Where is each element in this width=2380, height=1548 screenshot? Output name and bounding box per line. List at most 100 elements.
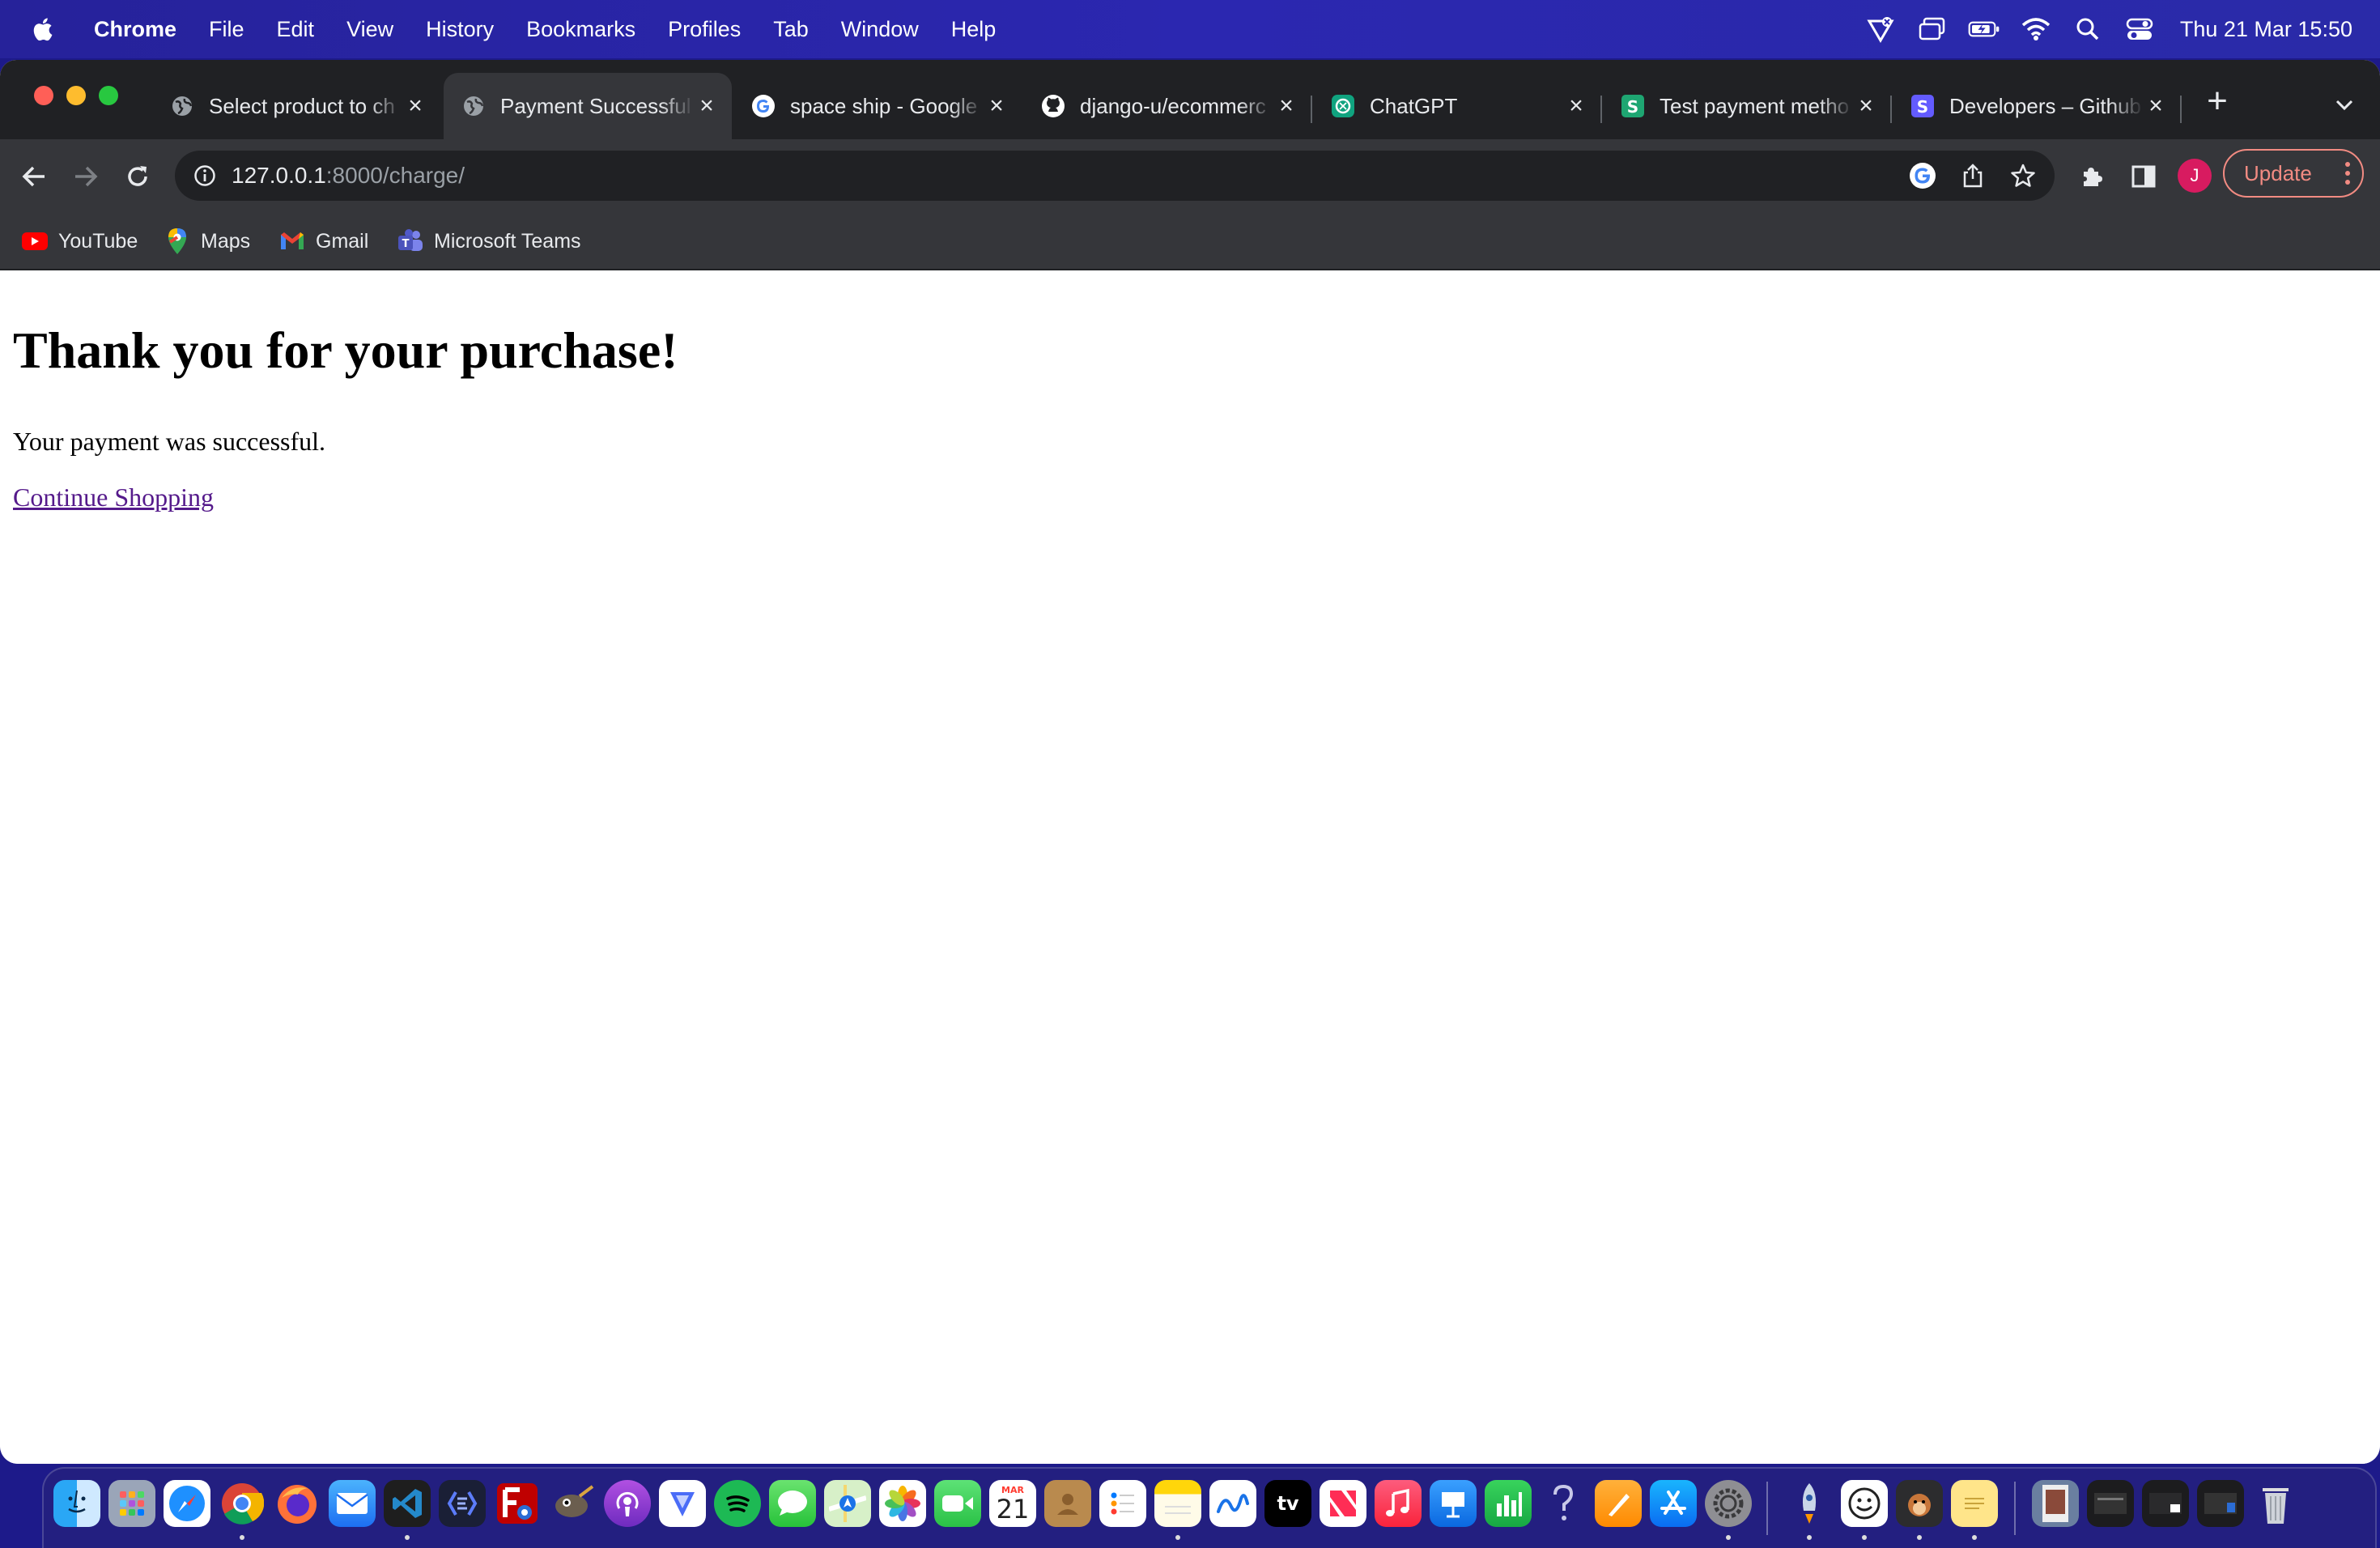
menu-view[interactable]: View — [330, 17, 410, 42]
tab-google-search[interactable]: space ship - Google × — [733, 73, 1022, 139]
battery-icon[interactable] — [1968, 13, 2000, 45]
gimp-icon[interactable] — [549, 1480, 596, 1527]
bookmark-youtube[interactable]: YouTube — [21, 223, 138, 259]
freeform-icon[interactable] — [1209, 1480, 1256, 1527]
menu-help[interactable]: Help — [935, 17, 1013, 42]
contacts-icon[interactable] — [1044, 1480, 1091, 1527]
trash-icon[interactable] — [2252, 1480, 2299, 1527]
tab-close-icon[interactable]: × — [2144, 92, 2168, 119]
reminders-icon[interactable] — [1099, 1480, 1146, 1527]
window-zoom-button[interactable] — [99, 86, 118, 105]
window-close-button[interactable] — [34, 86, 53, 105]
facetime-icon[interactable] — [934, 1480, 981, 1527]
safari-icon[interactable] — [164, 1480, 210, 1527]
finder-icon[interactable] — [53, 1480, 100, 1527]
update-chrome-button[interactable]: Update — [2223, 149, 2364, 198]
windows-stack-icon[interactable] — [2197, 1480, 2244, 1527]
maps-app-icon[interactable] — [824, 1480, 871, 1527]
mail-icon[interactable] — [329, 1480, 376, 1527]
menu-bookmarks[interactable]: Bookmarks — [510, 17, 652, 42]
messages-icon[interactable] — [769, 1480, 816, 1527]
side-panel-icon[interactable] — [2126, 159, 2161, 194]
bookmark-microsoft-teams[interactable]: T Microsoft Teams — [397, 223, 581, 259]
menu-window[interactable]: Window — [825, 17, 935, 42]
control-center-icon[interactable] — [2123, 13, 2156, 45]
kebab-menu-icon[interactable] — [2344, 160, 2351, 192]
tab-separator — [2180, 96, 2182, 123]
numbers-icon[interactable] — [1485, 1480, 1532, 1527]
vpn-shield-icon[interactable] — [1864, 13, 1897, 45]
share-icon[interactable] — [1957, 160, 1988, 191]
vscode-icon[interactable] — [384, 1480, 431, 1527]
window-minimize-button[interactable] — [66, 86, 86, 105]
tab-select-product[interactable]: Select product to ch × — [152, 73, 440, 139]
reload-icon[interactable] — [120, 159, 155, 194]
filezilla-icon[interactable] — [494, 1480, 541, 1527]
menu-edit[interactable]: Edit — [261, 17, 331, 42]
menu-profiles[interactable]: Profiles — [652, 17, 757, 42]
tab-github-repo[interactable]: django-u/ecommerc × — [1023, 73, 1311, 139]
forward-arrow-icon[interactable] — [68, 159, 104, 194]
profile-avatar[interactable]: J — [2178, 159, 2212, 193]
tab-test-payment-methods[interactable]: S Test payment metho × — [1603, 73, 1891, 139]
app-store-icon[interactable] — [1650, 1480, 1697, 1527]
keynote-icon[interactable] — [1430, 1480, 1477, 1527]
system-settings-icon[interactable] — [1705, 1480, 1752, 1527]
dev-tool-icon[interactable] — [439, 1480, 486, 1527]
notes-icon[interactable] — [1154, 1480, 1201, 1527]
spotlight-search-icon[interactable] — [2072, 13, 2104, 45]
tab-developers[interactable]: S Developers – Github × — [1893, 73, 2181, 139]
menu-app-chrome[interactable]: Chrome — [78, 17, 193, 42]
vectornator-icon[interactable] — [659, 1480, 706, 1527]
globe-icon — [170, 94, 194, 118]
music-icon[interactable] — [1375, 1480, 1422, 1527]
menu-history[interactable]: History — [410, 17, 510, 42]
tab-close-icon[interactable]: × — [695, 92, 719, 119]
tab-chatgpt[interactable]: ChatGPT × — [1313, 73, 1601, 139]
stickies-icon[interactable] — [1951, 1480, 1998, 1527]
menu-tab[interactable]: Tab — [757, 17, 825, 42]
tab-payment-successful[interactable]: Payment Successful × — [444, 73, 732, 139]
tab-close-icon[interactable]: × — [1854, 92, 1878, 119]
spotify-icon[interactable] — [714, 1480, 761, 1527]
svg-text:T: T — [402, 238, 410, 250]
launchpad-icon[interactable] — [108, 1480, 155, 1527]
google-lens-icon[interactable] — [1907, 160, 1938, 191]
pages-icon[interactable] — [1595, 1480, 1642, 1527]
new-tab-button[interactable]: + — [2195, 79, 2239, 123]
tab-close-icon[interactable]: × — [1564, 92, 1588, 119]
menu-file[interactable]: File — [193, 17, 261, 42]
continue-shopping-link[interactable]: Continue Shopping — [13, 483, 214, 512]
firefox-icon[interactable] — [274, 1480, 321, 1527]
site-info-icon[interactable] — [193, 164, 217, 188]
screen-mirroring-icon[interactable] — [1916, 13, 1949, 45]
smiley-app-icon[interactable] — [1841, 1480, 1888, 1527]
podcasts-icon[interactable] — [604, 1480, 651, 1527]
menubar-clock[interactable]: Thu 21 Mar 15:50 — [2180, 17, 2352, 42]
tab-close-icon[interactable]: × — [984, 92, 1009, 119]
address-bar[interactable]: 127.0.0.1:8000/charge/ — [175, 151, 2055, 201]
news-icon[interactable] — [1320, 1480, 1366, 1527]
downloads-stack-icon[interactable] — [2142, 1480, 2189, 1527]
minimized-window-icon[interactable] — [2087, 1480, 2134, 1527]
photos-icon[interactable] — [879, 1480, 926, 1527]
back-arrow-icon[interactable] — [16, 159, 52, 194]
bookmark-maps[interactable]: Maps — [164, 223, 250, 259]
monkey-app-icon[interactable] — [1896, 1480, 1943, 1527]
rocket-icon[interactable] — [1786, 1480, 1833, 1527]
calendar-icon[interactable]: MAR 21 — [989, 1480, 1036, 1527]
bookmark-gmail[interactable]: Gmail — [278, 223, 368, 259]
dock-separator — [1766, 1482, 1768, 1535]
preview-document-icon[interactable] — [2032, 1480, 2079, 1527]
bookmark-star-icon[interactable] — [2008, 160, 2038, 191]
apple-tv-icon[interactable]: tv — [1264, 1480, 1311, 1527]
tab-search-chevron-icon[interactable] — [2328, 89, 2361, 121]
tab-close-icon[interactable]: × — [1274, 92, 1298, 119]
help-icon[interactable] — [1540, 1480, 1587, 1527]
url-text[interactable]: 127.0.0.1:8000/charge/ — [232, 163, 465, 189]
wifi-icon[interactable] — [2020, 13, 2052, 45]
tab-close-icon[interactable]: × — [403, 92, 427, 119]
chrome-icon[interactable] — [219, 1480, 266, 1527]
apple-menu-icon[interactable] — [31, 15, 53, 43]
extensions-puzzle-icon[interactable] — [2074, 159, 2110, 194]
